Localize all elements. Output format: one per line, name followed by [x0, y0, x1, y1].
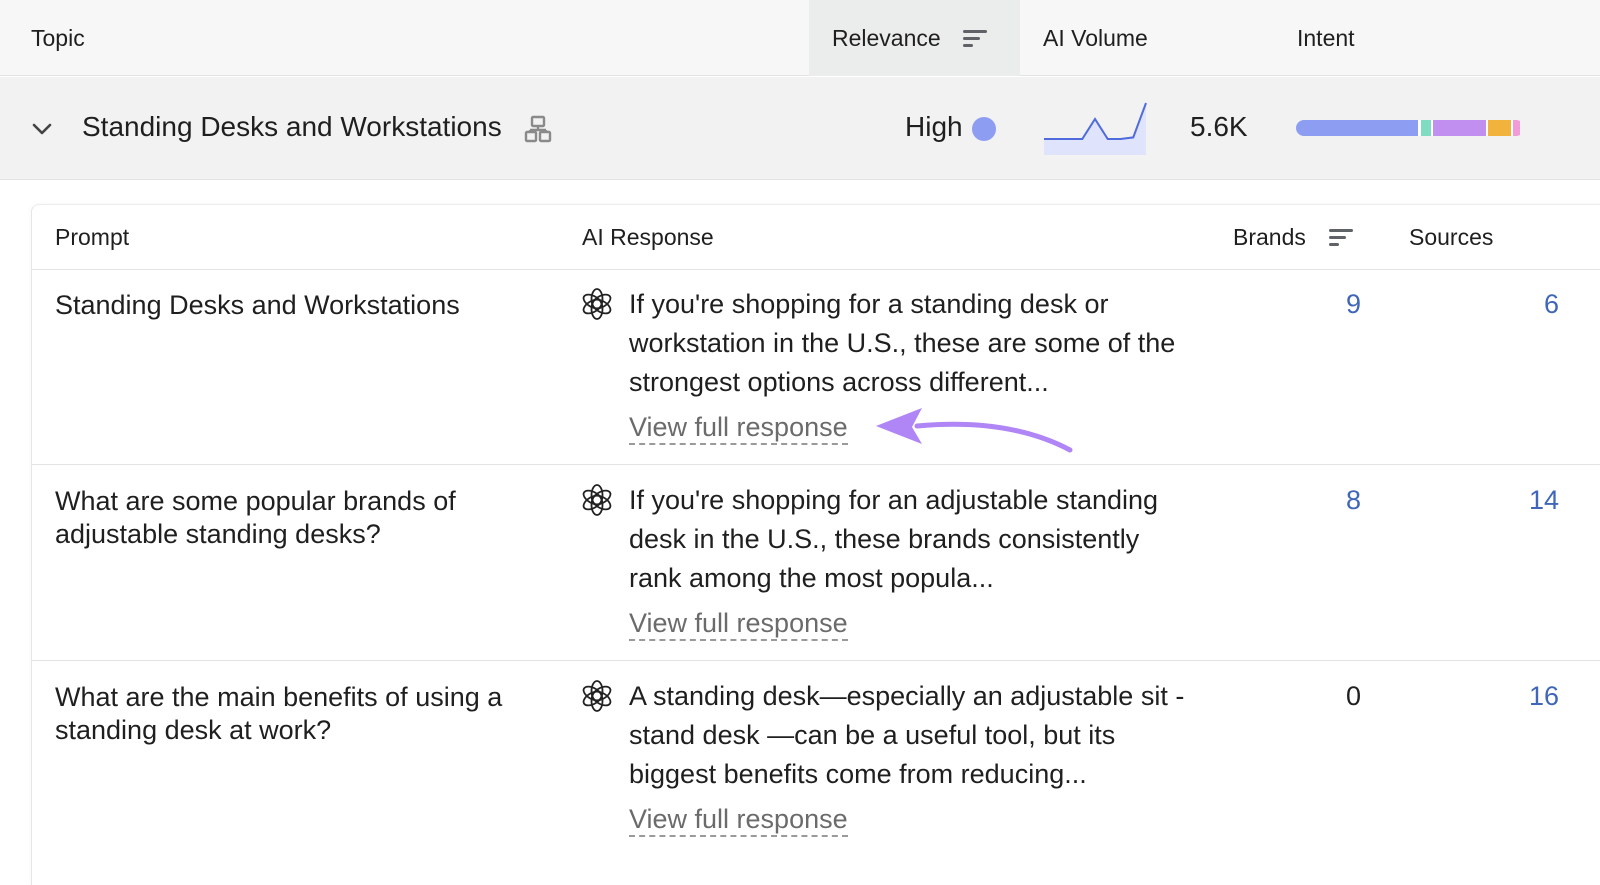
sort-icon[interactable]	[962, 28, 987, 48]
column-header-ai-response-label: AI Response	[582, 223, 714, 250]
sources-count[interactable]: 16	[1529, 681, 1559, 712]
sparkline-area	[1044, 103, 1146, 155]
column-header-relevance[interactable]: Relevance	[809, 0, 1020, 76]
intent-segment	[1421, 120, 1431, 136]
column-header-ai-volume[interactable]: AI Volume	[1043, 0, 1148, 76]
table-row: What are some popular brands of adjustab…	[32, 465, 1600, 661]
column-header-prompt[interactable]: Prompt	[55, 205, 129, 269]
column-header-topic-label: Topic	[31, 24, 85, 51]
intent-segment	[1488, 120, 1511, 136]
topic-title: Standing Desks and Workstations	[82, 111, 502, 142]
intent-segment	[1296, 120, 1418, 136]
column-header-intent[interactable]: Intent	[1297, 0, 1355, 76]
response-text: A standing desk—especially an adjustable…	[629, 681, 1185, 789]
intent-bar[interactable]	[1296, 120, 1524, 136]
column-header-topic[interactable]: Topic	[31, 0, 85, 76]
brands-count[interactable]: 9	[1346, 289, 1361, 320]
brands-count: 0	[1345, 681, 1361, 711]
sources-count[interactable]: 14	[1529, 485, 1559, 516]
view-full-response-link[interactable]: View full response	[629, 607, 848, 641]
chevron-down-icon[interactable]	[30, 117, 54, 141]
view-full-response-link[interactable]: View full response	[629, 803, 848, 837]
column-header-ai-response[interactable]: AI Response	[582, 205, 714, 269]
intent-segment	[1433, 120, 1486, 136]
column-header-sources-label: Sources	[1409, 223, 1494, 250]
relevance-dot	[972, 117, 996, 141]
chatgpt-icon	[582, 680, 612, 712]
brands-count[interactable]: 8	[1346, 485, 1361, 516]
table-row: Standing Desks and Workstations If you'r…	[32, 269, 1600, 465]
chatgpt-icon	[582, 288, 612, 320]
intent-segment	[1513, 120, 1520, 136]
column-header-intent-label: Intent	[1297, 24, 1355, 51]
sort-icon[interactable]	[1328, 227, 1353, 247]
hierarchy-icon[interactable]	[524, 115, 552, 143]
volume-sparkline	[1044, 102, 1147, 155]
table-header: Topic Relevance AI Volume Intent	[0, 0, 1600, 76]
column-header-brands-label: Brands	[1233, 223, 1306, 250]
prompt-table-header: Prompt AI Response Brands Sources	[32, 205, 1600, 270]
prompt-table: Prompt AI Response Brands Sources Standi…	[31, 204, 1600, 885]
view-full-response-link[interactable]: View full response	[629, 411, 848, 445]
column-header-relevance-label: Relevance	[832, 24, 941, 51]
column-header-ai-volume-label: AI Volume	[1043, 24, 1148, 51]
response-text: If you're shopping for an adjustable sta…	[629, 485, 1159, 593]
prompt-text: Standing Desks and Workstations	[55, 290, 460, 320]
prompt-text: What are the main benefits of using a st…	[55, 682, 503, 745]
response-text: If you're shopping for a standing desk o…	[629, 289, 1176, 397]
relevance-value: High	[905, 111, 963, 142]
sources-count[interactable]: 6	[1544, 289, 1559, 320]
chatgpt-icon	[582, 484, 612, 516]
ai-volume-value: 5.6K	[1190, 111, 1248, 142]
topic-row[interactable]: Standing Desks and Workstations High 5.6…	[0, 77, 1600, 180]
column-header-prompt-label: Prompt	[55, 223, 130, 250]
prompt-text: What are some popular brands of adjustab…	[55, 486, 456, 549]
table-row: What are the main benefits of using a st…	[32, 661, 1600, 857]
column-header-sources[interactable]: Sources	[1409, 205, 1493, 269]
column-header-brands[interactable]: Brands	[1233, 205, 1353, 269]
